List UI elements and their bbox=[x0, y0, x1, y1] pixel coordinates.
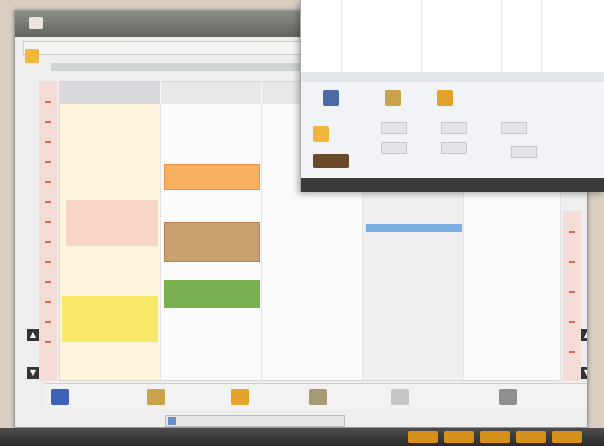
taskbar bbox=[0, 428, 604, 446]
time-ruler-right bbox=[563, 211, 581, 381]
gridline bbox=[421, 0, 422, 72]
book-icon bbox=[391, 389, 409, 405]
appointment-3[interactable] bbox=[164, 222, 260, 262]
bell-icon bbox=[231, 389, 249, 405]
bell-icon[interactable] bbox=[437, 90, 453, 106]
time-tick bbox=[45, 281, 51, 283]
ribbon-window bbox=[300, 0, 604, 192]
scroll-up-button[interactable]: ▲ bbox=[27, 329, 39, 341]
link-icon[interactable] bbox=[323, 90, 339, 106]
time-tick bbox=[45, 261, 51, 263]
ribbon-small-button[interactable] bbox=[501, 122, 527, 134]
day-header[interactable] bbox=[60, 82, 160, 104]
appointment-1[interactable] bbox=[164, 164, 260, 190]
toolbar-edit-button[interactable] bbox=[147, 388, 223, 406]
ribbon-small-button[interactable] bbox=[511, 146, 537, 158]
time-tick bbox=[569, 321, 575, 323]
appointment-6[interactable] bbox=[366, 224, 462, 232]
ribbon-small-button[interactable] bbox=[381, 122, 407, 134]
sparkle-icon[interactable] bbox=[313, 126, 329, 142]
thumbnail-image[interactable] bbox=[313, 154, 349, 168]
time-tick bbox=[45, 181, 51, 183]
scroll-down-button[interactable]: ▼ bbox=[27, 367, 39, 379]
time-tick bbox=[45, 341, 51, 343]
time-tick bbox=[45, 101, 51, 103]
ribbon-small-button[interactable] bbox=[441, 142, 467, 154]
toolbar-pencil-button[interactable] bbox=[499, 388, 587, 406]
document-icon[interactable] bbox=[25, 49, 39, 63]
time-tick bbox=[569, 291, 575, 293]
calendar-icon bbox=[51, 389, 69, 405]
tray-button[interactable] bbox=[516, 431, 546, 443]
time-tick bbox=[45, 301, 51, 303]
pen-icon[interactable] bbox=[385, 90, 401, 106]
time-tick bbox=[45, 141, 51, 143]
toolbar-bell-button[interactable] bbox=[231, 388, 301, 406]
time-tick bbox=[45, 121, 51, 123]
tray-button[interactable] bbox=[408, 431, 438, 443]
gridline bbox=[341, 0, 342, 72]
app-icon bbox=[29, 17, 43, 29]
day-header[interactable] bbox=[161, 82, 261, 104]
ribbon bbox=[301, 82, 604, 178]
gridline bbox=[541, 0, 542, 72]
appointment-2[interactable] bbox=[66, 200, 158, 246]
tray-button[interactable] bbox=[552, 431, 582, 443]
appointment-4[interactable] bbox=[164, 280, 260, 308]
address-bar[interactable] bbox=[23, 41, 313, 55]
gridline bbox=[501, 0, 502, 72]
tray-button[interactable] bbox=[480, 431, 510, 443]
time-tick bbox=[569, 351, 575, 353]
time-tick bbox=[569, 231, 575, 233]
scroll-thumb[interactable] bbox=[168, 417, 176, 425]
ribbon-statusbar bbox=[301, 178, 604, 192]
document-canvas[interactable] bbox=[301, 0, 604, 72]
ribbon-tabs[interactable] bbox=[301, 72, 604, 82]
ribbon-small-button[interactable] bbox=[441, 122, 467, 134]
horizontal-scrollbar[interactable] bbox=[165, 415, 345, 427]
time-ruler-left bbox=[39, 81, 57, 381]
toolbar-book-button[interactable] bbox=[391, 388, 479, 406]
scroll-down-right-button[interactable]: ▼ bbox=[581, 367, 587, 379]
toolbar-calendar-button[interactable] bbox=[51, 388, 139, 406]
time-tick bbox=[45, 221, 51, 223]
pencil-icon bbox=[499, 389, 517, 405]
tray-button[interactable] bbox=[444, 431, 474, 443]
scroll-up-right-button[interactable]: ▲ bbox=[581, 329, 587, 341]
time-tick bbox=[569, 261, 575, 263]
time-tick bbox=[45, 201, 51, 203]
toolbar-user-button[interactable] bbox=[309, 388, 385, 406]
column-header-strip bbox=[51, 63, 321, 71]
bottom-toolbar bbox=[45, 383, 587, 409]
ribbon-small-button[interactable] bbox=[381, 142, 407, 154]
time-tick bbox=[45, 321, 51, 323]
time-tick bbox=[45, 161, 51, 163]
user-icon bbox=[309, 389, 327, 405]
appointment-5[interactable] bbox=[62, 296, 158, 342]
edit-icon bbox=[147, 389, 165, 405]
time-tick bbox=[45, 241, 51, 243]
